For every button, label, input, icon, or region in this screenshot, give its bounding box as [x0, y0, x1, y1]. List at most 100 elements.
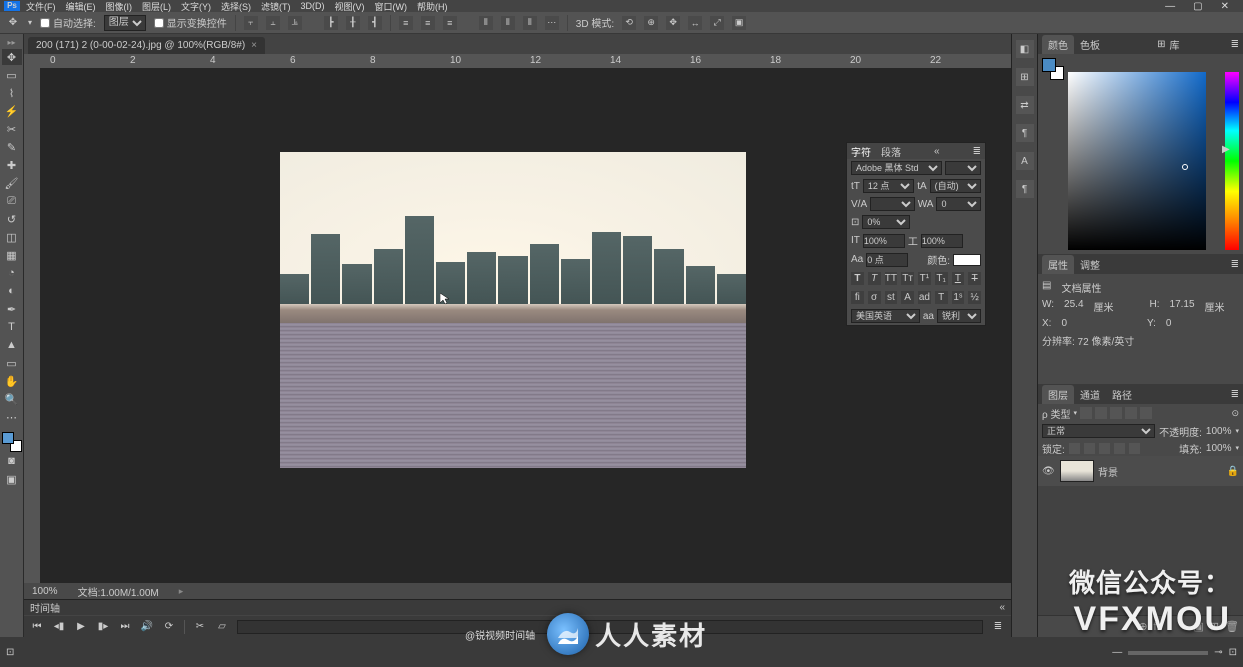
move-tool[interactable]: ✥ [2, 49, 22, 65]
brush-tool[interactable]: 🖌 [2, 175, 22, 191]
tab-close-icon[interactable]: × [251, 40, 257, 51]
subscript-icon[interactable]: T₁ [935, 272, 948, 285]
underline-icon[interactable]: T [952, 272, 965, 285]
paragraph-tab[interactable]: 段落 [881, 144, 901, 159]
timeline-first-frame-icon[interactable]: ⏮ [30, 621, 44, 632]
allcaps-icon[interactable]: TT [885, 272, 898, 285]
distribute-right-icon[interactable]: ⦀ [523, 16, 537, 30]
menu-file[interactable]: 文件(F) [26, 0, 56, 13]
window-minimize-icon[interactable]: — [1165, 1, 1175, 12]
layer-thumbnail[interactable] [1060, 460, 1094, 482]
ot-o-icon[interactable]: σ [868, 291, 881, 304]
ot-a-icon[interactable]: A [901, 291, 914, 304]
window-close-icon[interactable]: ✕ [1221, 1, 1229, 12]
char-collapse-icon[interactable]: « [934, 146, 940, 157]
character-tab[interactable]: 字符 [851, 144, 871, 159]
color-swatches[interactable] [2, 432, 22, 452]
auto-select-checkbox[interactable]: 自动选择: [40, 15, 96, 30]
italic-icon[interactable]: T [868, 272, 881, 285]
align-right-icon[interactable]: ┫ [368, 16, 382, 30]
layer-row[interactable]: 👁 背景 🔒 [1038, 456, 1243, 486]
eraser-tool[interactable]: ◫ [2, 229, 22, 245]
strip-history-icon[interactable]: ◧ [1016, 40, 1034, 58]
distribute-bottom-icon[interactable]: ≡ [443, 16, 457, 30]
3d-pan-icon[interactable]: ✥ [666, 16, 680, 30]
smallcaps-icon[interactable]: Tт [901, 272, 914, 285]
layers-menu-icon[interactable]: ≣ [1231, 389, 1239, 400]
paths-tab[interactable]: 路径 [1106, 385, 1138, 404]
menu-type[interactable]: 文字(Y) [181, 0, 211, 13]
fill-value[interactable]: 100% [1206, 443, 1232, 454]
color-tab[interactable]: 颜色 [1042, 35, 1074, 54]
antialias-dropdown[interactable]: 锐利 [937, 309, 981, 323]
ot-t-icon[interactable]: T [935, 291, 948, 304]
status-arrow-icon[interactable]: ▸ [179, 586, 184, 597]
menu-3d[interactable]: 3D(D) [301, 1, 325, 11]
clone-stamp-tool[interactable]: ⎚ [2, 193, 22, 209]
strip-character-icon[interactable]: A [1016, 152, 1034, 170]
strip-swatches-icon[interactable]: ⊞ [1016, 68, 1034, 86]
lock-all-icon[interactable] [1129, 443, 1140, 454]
3d-orbit-icon[interactable]: ⟲ [622, 16, 636, 30]
type-tool[interactable]: T [2, 319, 22, 335]
ot-fi-icon[interactable]: fi [851, 291, 864, 304]
horizontal-ruler[interactable]: 0 2 4 6 8 10 12 14 16 18 20 22 [40, 54, 1011, 68]
show-transform-checkbox[interactable]: 显示变换控件 [154, 15, 227, 30]
3d-camera-icon[interactable]: ▣ [732, 16, 746, 30]
adjustments-tab[interactable]: 调整 [1074, 255, 1106, 274]
vertical-ruler[interactable] [24, 68, 40, 583]
y-value[interactable]: 0 [1166, 318, 1172, 329]
align-top-icon[interactable]: ⫟ [244, 16, 258, 30]
mini-zoom-out-icon[interactable]: — [1112, 647, 1122, 658]
lock-pixels-icon[interactable] [1084, 443, 1095, 454]
shift-input[interactable] [866, 253, 908, 267]
marquee-tool[interactable]: ▭ [2, 67, 22, 83]
window-maximize-icon[interactable]: ▢ [1193, 1, 1202, 12]
color-picker[interactable] [1068, 72, 1206, 250]
align-vcenter-icon[interactable]: ⫠ [266, 16, 280, 30]
strip-styles-icon[interactable]: ¶ [1016, 180, 1034, 198]
pen-tool[interactable]: ✒ [2, 301, 22, 317]
leading-dropdown[interactable]: (自动) [930, 179, 981, 193]
visibility-icon[interactable]: 👁 [1042, 466, 1056, 477]
lock-nesting-icon[interactable] [1114, 443, 1125, 454]
menu-select[interactable]: 选择(S) [221, 0, 251, 13]
more-icon[interactable]: ⋯ [545, 16, 559, 30]
hand-tool[interactable]: ✋ [2, 373, 22, 389]
language-dropdown[interactable]: 美国英语 [851, 309, 920, 323]
healing-brush-tool[interactable]: ✚ [2, 157, 22, 173]
filter-pixel-icon[interactable] [1080, 407, 1092, 419]
w-value[interactable]: 25.4 [1064, 299, 1083, 314]
filter-smart-icon[interactable] [1140, 407, 1152, 419]
gradient-tool[interactable]: ▦ [2, 247, 22, 263]
timeline-prev-frame-icon[interactable]: ◂▮ [52, 621, 66, 632]
timeline-split-icon[interactable]: ✂ [193, 621, 207, 632]
menu-image[interactable]: 图像(I) [106, 0, 133, 13]
edit-toolbar-icon[interactable]: ⋯ [2, 409, 22, 425]
blend-mode-dropdown[interactable]: 正常 [1042, 424, 1155, 438]
lasso-tool[interactable]: ⌇ [2, 85, 22, 101]
mini-zoom-in-icon[interactable]: ⊸ [1214, 647, 1222, 658]
distribute-top-icon[interactable]: ≡ [399, 16, 413, 30]
screen-mode-tool[interactable]: ▣ [2, 471, 22, 487]
color-panel-swatches[interactable] [1042, 58, 1064, 80]
path-selection-tool[interactable]: ▲ [2, 337, 22, 353]
timeline-menu-icon[interactable]: ≣ [991, 621, 1005, 632]
menu-edit[interactable]: 编辑(E) [66, 0, 96, 13]
blur-tool[interactable]: ◔ [2, 265, 22, 281]
align-left-icon[interactable]: ┣ [324, 16, 338, 30]
font-size-dropdown[interactable]: 12 点 [863, 179, 914, 193]
mini-tl-1[interactable]: ⊡ [6, 647, 14, 658]
filter-type-icon[interactable] [1110, 407, 1122, 419]
quick-mask-tool[interactable]: ◙ [2, 453, 22, 469]
timeline-audio-icon[interactable]: 🔊 [140, 621, 154, 632]
strip-adjustments-icon[interactable]: ⇄ [1016, 96, 1034, 114]
ot-ad-icon[interactable]: ad [918, 291, 931, 304]
magic-wand-tool[interactable]: ⚡ [2, 103, 22, 119]
ot-frac-icon[interactable]: ½ [968, 291, 981, 304]
hue-slider[interactable]: ▶ [1225, 72, 1239, 250]
layers-tab[interactable]: 图层 [1042, 385, 1074, 404]
lock-position-icon[interactable] [1099, 443, 1110, 454]
baseline-input[interactable] [921, 234, 963, 248]
swatches-tab[interactable]: 色板 [1074, 35, 1106, 54]
